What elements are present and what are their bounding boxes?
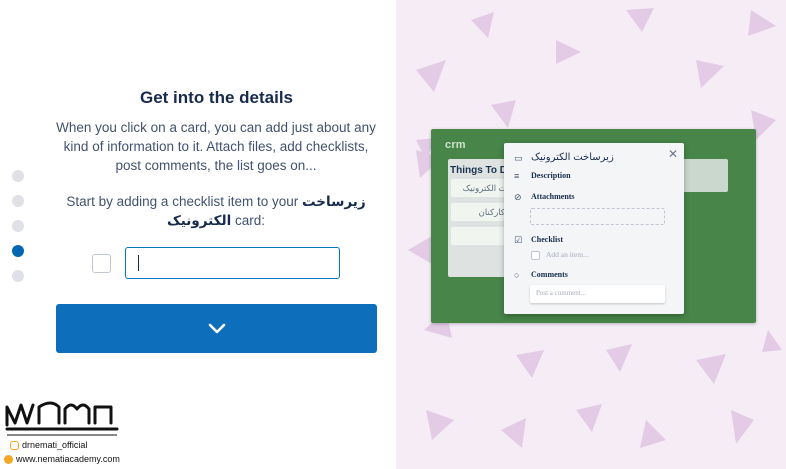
instagram-icon	[10, 441, 19, 450]
description-text: When you click on a card, you can add ju…	[56, 120, 376, 173]
attachment-icon: ⊘	[514, 192, 522, 202]
globe-icon	[4, 455, 13, 464]
attachment-dropzone	[530, 208, 665, 225]
checklist-prompt: Start by adding a checklist item to your…	[56, 192, 376, 230]
description-label: Description	[531, 171, 571, 180]
add-item-checkbox	[531, 251, 540, 260]
step-indicator	[12, 170, 24, 295]
card-icon: ▭	[514, 153, 523, 163]
next-button[interactable]	[56, 304, 377, 353]
step-dot[interactable]	[12, 170, 24, 182]
chevron-down-icon	[208, 323, 225, 333]
checklist-icon: ☑	[514, 235, 523, 245]
step-dot[interactable]	[12, 270, 24, 282]
attachments-label: Attachments	[531, 192, 575, 201]
academy-logo	[5, 401, 119, 436]
comment-icon: ○	[514, 270, 520, 280]
checklist-label: Checklist	[531, 235, 563, 244]
website-link: www.nematiacademy.com	[16, 454, 120, 464]
checklist-item-input[interactable]	[125, 247, 340, 279]
text-caret	[138, 255, 139, 271]
checklist-item-checkbox[interactable]	[92, 254, 111, 273]
prompt-suffix: card:	[235, 213, 266, 228]
prompt-prefix: Start by adding a checklist item to your	[66, 194, 299, 209]
close-icon[interactable]: ✕	[668, 147, 678, 161]
comments-label: Comments	[531, 270, 568, 279]
description-icon: ≡	[514, 171, 520, 181]
card-title: زیرساخت الکترونیک	[531, 152, 614, 163]
board-name: crm	[445, 139, 466, 151]
comment-input: Post a comment...	[530, 285, 665, 303]
add-item-placeholder: Add an item...	[546, 250, 589, 259]
card-detail-modal: ✕ ▭ زیرساخت الکترونیک ≡ Description ⊘ At…	[504, 143, 684, 314]
step-dot-active[interactable]	[12, 245, 24, 257]
instagram-handle: drnemati_official	[22, 440, 88, 450]
step-dot[interactable]	[12, 195, 24, 207]
step-dot[interactable]	[12, 220, 24, 232]
page-title: Get into the details	[139, 88, 294, 107]
